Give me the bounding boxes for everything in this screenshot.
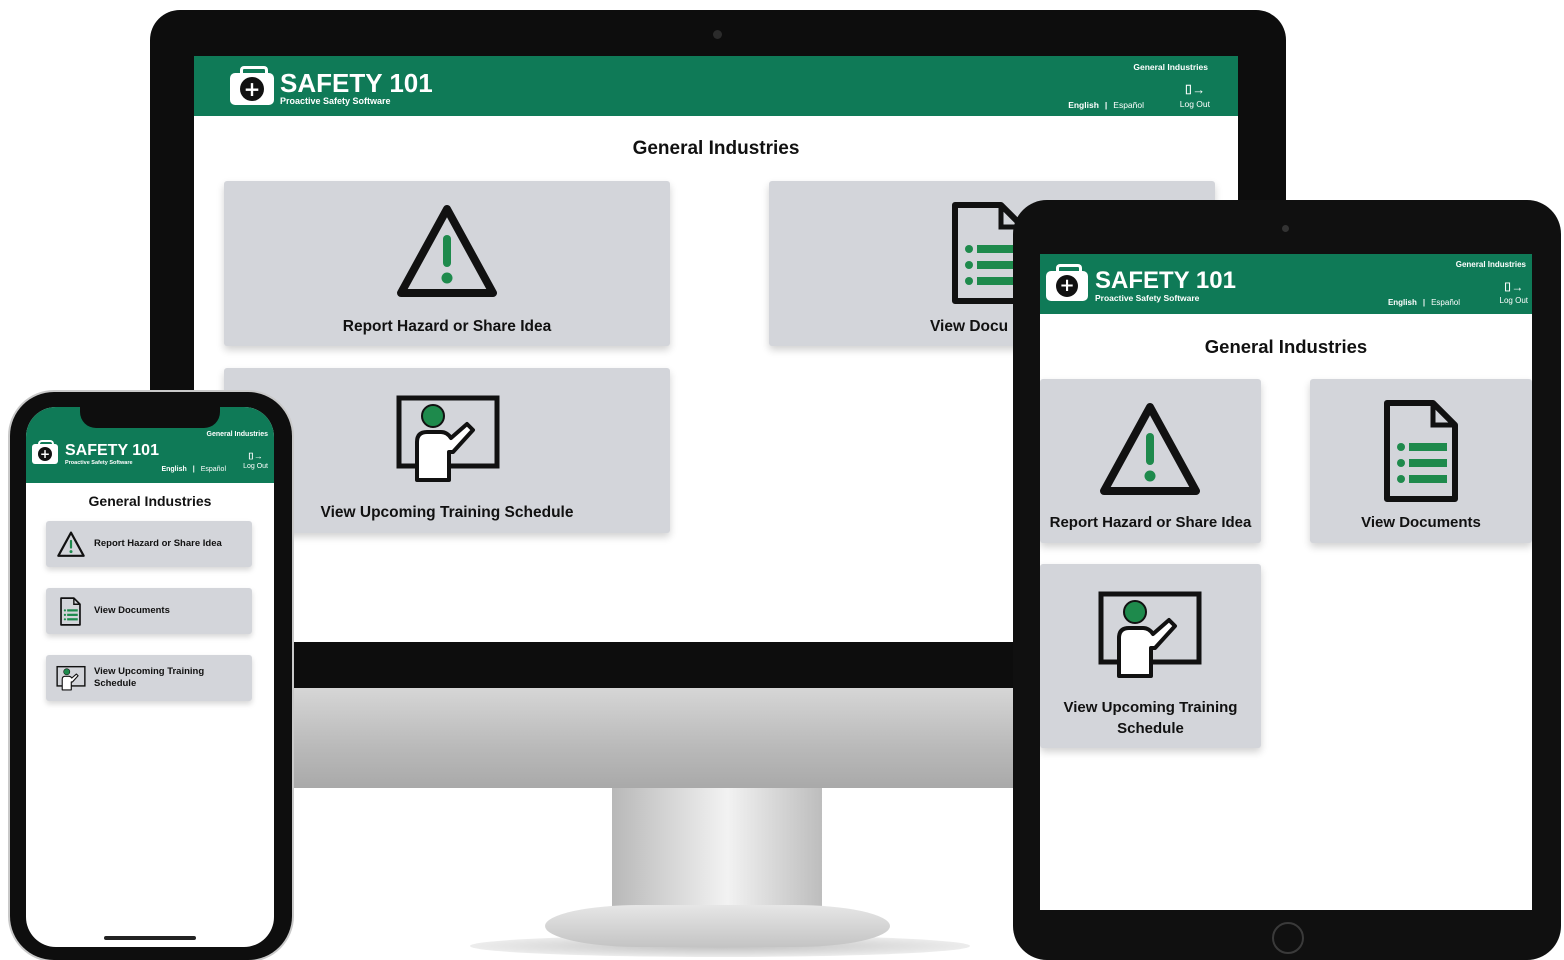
lang-spanish-link[interactable]: Español	[1431, 298, 1460, 307]
report-hazard-tile[interactable]: Report Hazard or Share Idea	[224, 181, 670, 346]
first-aid-kit-icon: +	[1046, 271, 1088, 301]
page-title: General Industries	[88, 493, 212, 509]
view-documents-label: View Documents	[1361, 514, 1481, 531]
lang-spanish-link[interactable]: Español	[1113, 100, 1144, 110]
brand-name: SAFETY 101	[1095, 267, 1236, 294]
monitor-camera	[713, 30, 722, 39]
logout-button[interactable]: ⌷→ Log Out	[1500, 280, 1528, 305]
document-list-icon	[1384, 400, 1458, 502]
monitor-stand-base	[545, 905, 890, 947]
app-header: + SAFETY 101 Proactive Safety Software G…	[1040, 254, 1532, 314]
monitor-stand-neck	[612, 788, 822, 908]
document-list-icon	[60, 597, 81, 626]
report-hazard-label: Report Hazard or Share Idea	[94, 538, 222, 549]
header-industry-label: General Industries	[1133, 62, 1208, 72]
report-hazard-tile[interactable]: Report Hazard or Share Idea	[1040, 379, 1261, 543]
lang-separator: |	[1104, 100, 1108, 110]
header-industry-label: General Industries	[206, 431, 268, 438]
brand-name: SAFETY 101	[280, 68, 433, 98]
training-schedule-label: View Upcoming Training Schedule	[94, 666, 205, 689]
first-aid-kit-icon: +	[32, 444, 58, 464]
training-schedule-tile[interactable]: View Upcoming Training Schedule	[1040, 564, 1261, 748]
logout-label: Log Out	[1499, 296, 1528, 305]
lang-spanish-link[interactable]: Español	[201, 466, 226, 473]
logout-door-icon: ⌷→	[1184, 82, 1206, 97]
lang-separator: |	[1422, 298, 1426, 307]
phone-notch	[80, 402, 220, 428]
logout-door-icon: ⌷→	[248, 451, 263, 461]
report-hazard-label: Report Hazard or Share Idea	[1049, 514, 1252, 531]
logout-label: Log Out	[243, 463, 268, 470]
lang-english-link[interactable]: English	[1388, 298, 1417, 307]
trainer-whiteboard-icon	[1098, 591, 1202, 678]
language-switcher: English | Español	[1068, 100, 1144, 110]
lang-english-link[interactable]: English	[1068, 100, 1099, 110]
logout-button[interactable]: ⌷→ Log Out	[243, 451, 268, 470]
warning-triangle-icon	[397, 205, 497, 297]
tablet-home-button	[1272, 922, 1304, 954]
brand-tagline: Proactive Safety Software	[65, 460, 133, 466]
tablet-screen: + SAFETY 101 Proactive Safety Software G…	[1040, 254, 1532, 910]
trainer-whiteboard-icon	[56, 665, 86, 691]
lang-english-link[interactable]: English	[161, 466, 186, 473]
brand-tagline: Proactive Safety Software	[280, 96, 391, 106]
phone-home-indicator	[104, 936, 196, 940]
warning-triangle-icon	[1100, 403, 1200, 495]
language-switcher: English | Español	[1388, 298, 1460, 307]
brand-name: SAFETY 101	[65, 442, 159, 459]
page-title: General Industries	[632, 138, 800, 159]
tablet-camera	[1282, 225, 1289, 232]
phone-screen: + SAFETY 101 Proactive Safety Software G…	[26, 407, 274, 947]
report-hazard-tile[interactable]: Report Hazard or Share Idea	[46, 521, 252, 567]
training-schedule-tile[interactable]: View Upcoming Training Schedule	[46, 655, 252, 701]
view-documents-label: View Documents	[94, 605, 170, 616]
logout-label: Log Out	[1179, 99, 1210, 109]
logout-button[interactable]: ⌷→ Log Out	[1180, 82, 1210, 109]
view-documents-label: View Docu	[930, 318, 1009, 335]
view-documents-tile[interactable]: View Documents	[46, 588, 252, 634]
trainer-whiteboard-icon	[396, 395, 500, 482]
training-schedule-label: View Upcoming Training Schedule	[1063, 699, 1238, 737]
header-industry-label: General Industries	[1455, 260, 1526, 269]
brand-tagline: Proactive Safety Software	[1095, 293, 1200, 303]
page-title: General Industries	[1204, 336, 1368, 357]
logout-door-icon: ⌷→	[1504, 280, 1524, 294]
warning-triangle-icon	[57, 531, 85, 557]
report-hazard-label: Report Hazard or Share Idea	[342, 318, 552, 335]
lang-separator: |	[192, 466, 195, 473]
first-aid-kit-icon: +	[230, 73, 274, 105]
view-documents-tile[interactable]: View Documents	[1310, 379, 1532, 543]
app-header: + SAFETY 101 Proactive Safety Software G…	[194, 56, 1238, 116]
language-switcher: English | Español	[161, 466, 226, 473]
